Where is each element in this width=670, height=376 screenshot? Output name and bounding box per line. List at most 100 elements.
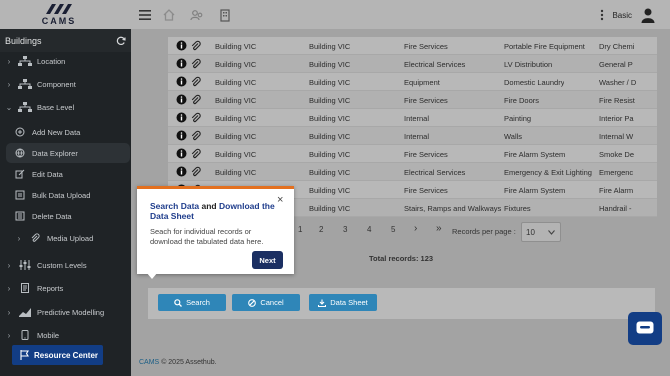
- last-page-icon[interactable]: »: [436, 223, 442, 234]
- hierarchy-icon: [18, 102, 32, 112]
- more-vertical-icon[interactable]: [600, 9, 604, 21]
- table-cell: Building VIC: [309, 186, 351, 195]
- chevron-right-icon: ›: [7, 330, 11, 340]
- table-row[interactable]: Building VIC Building VIC Electrical Servi…: [168, 163, 657, 181]
- records-per-page-select[interactable]: 10: [521, 222, 561, 242]
- table-cell: Building VIC: [215, 60, 257, 69]
- delete-icon: [15, 211, 25, 221]
- next-page-icon[interactable]: ›: [414, 223, 417, 234]
- tooltip-next-button[interactable]: Next: [252, 251, 283, 269]
- home-icon[interactable]: [162, 8, 176, 22]
- attachment-icon[interactable]: [190, 58, 201, 69]
- sidebar-item-edit-data[interactable]: Edit Data: [0, 164, 131, 184]
- table-row[interactable]: Building VIC Building VIC Fire Services Fir…: [168, 145, 657, 163]
- table-row[interactable]: Building VIC Building VIC Equipment Domesti…: [168, 73, 657, 91]
- tooltip-title: Search Data and Download the Data Sheet: [150, 201, 275, 221]
- page-link-2[interactable]: 2: [319, 225, 323, 234]
- building-icon[interactable]: [218, 8, 232, 22]
- tooltip-pointer: [146, 272, 158, 279]
- table-row[interactable]: Building VIC Building VIC Electrical Servi…: [168, 55, 657, 73]
- resource-center-label: Resource Center: [34, 350, 99, 360]
- sidebar-item-reports[interactable]: › Reports: [0, 278, 131, 298]
- info-icon[interactable]: [176, 148, 187, 159]
- sidebar-item-custom-levels[interactable]: › Custom Levels: [0, 255, 131, 275]
- sidebar-item-delete-data[interactable]: Delete Data: [0, 206, 131, 226]
- search-button[interactable]: Search: [158, 294, 226, 311]
- app-logo[interactable]: CAMS: [34, 2, 84, 28]
- attachment-icon[interactable]: [190, 112, 201, 123]
- attachment-icon[interactable]: [190, 130, 201, 141]
- table-cell: Handrail -: [599, 204, 632, 213]
- table-cell: Stairs, Ramps and Walkways: [404, 204, 502, 213]
- top-bar: CAMS Basic: [0, 0, 670, 29]
- attachment-icon[interactable]: [190, 40, 201, 51]
- info-icon[interactable]: [176, 76, 187, 87]
- table-cell: Building VIC: [309, 60, 351, 69]
- mobile-icon: [21, 330, 29, 340]
- hamburger-menu-icon[interactable]: [138, 8, 152, 22]
- footer-copyright: © 2025 Assethub.: [161, 359, 217, 366]
- sidebar-item-base-level[interactable]: ⌄ Base Level: [0, 97, 131, 117]
- refresh-icon[interactable]: [116, 36, 126, 46]
- sidebar-item-media-upload[interactable]: › Media Upload: [0, 228, 131, 248]
- attachment-icon[interactable]: [190, 166, 201, 177]
- chevron-right-icon: ›: [7, 260, 11, 270]
- info-icon[interactable]: [176, 130, 187, 141]
- page-link-5[interactable]: 5: [391, 225, 395, 234]
- user-menu[interactable]: Basic: [600, 7, 656, 23]
- attachment-icon[interactable]: [190, 94, 201, 105]
- table-cell: Building VIC: [309, 96, 351, 105]
- sidebar-item-location[interactable]: › Location: [0, 51, 131, 71]
- sidebar-item-add-new-data[interactable]: Add New Data: [0, 122, 131, 142]
- table-cell: Building VIC: [215, 168, 257, 177]
- table-cell: Fire Services: [404, 150, 448, 159]
- table-row[interactable]: Building VIC Building VIC Fire Services Fir…: [168, 91, 657, 109]
- sidebar-item-bulk-data-upload[interactable]: Bulk Data Upload: [0, 185, 131, 205]
- info-icon[interactable]: [176, 58, 187, 69]
- info-icon[interactable]: [176, 94, 187, 105]
- table-row[interactable]: Building VIC Building VIC Internal Walls Int…: [168, 127, 657, 145]
- table-row[interactable]: Building VIC Building VIC Fire Services Por…: [168, 37, 657, 55]
- table-row[interactable]: Building VIC Building VIC Internal Painting…: [168, 109, 657, 127]
- sidebar-item-label: Edit Data: [32, 169, 63, 179]
- resource-center-button[interactable]: Resource Center: [12, 345, 103, 365]
- table-cell: Painting: [504, 114, 532, 123]
- page-link-1[interactable]: 1: [298, 225, 302, 234]
- table-cell: Fire Resist: [599, 96, 635, 105]
- chat-widget-button[interactable]: [628, 312, 662, 345]
- table-cell: Fire Services: [404, 96, 448, 105]
- tooltip-title-highlight: Search Data: [150, 201, 200, 211]
- footer-brand-link[interactable]: CAMS: [139, 359, 159, 366]
- users-icon[interactable]: [190, 8, 204, 22]
- page-link-3[interactable]: 3: [343, 225, 347, 234]
- sidebar-header: Buildings: [0, 29, 131, 52]
- user-avatar-icon[interactable]: [640, 7, 656, 23]
- table-cell: Building VIC: [309, 132, 351, 141]
- sidebar-item-label: Delete Data: [32, 211, 72, 221]
- footer: CAMS © 2025 Assethub.: [139, 359, 217, 366]
- attachment-icon[interactable]: [190, 148, 201, 159]
- close-icon[interactable]: ×: [277, 194, 283, 206]
- info-icon[interactable]: [176, 166, 187, 177]
- info-icon[interactable]: [176, 40, 187, 51]
- table-cell: Building VIC: [215, 132, 257, 141]
- table-cell: Building VIC: [215, 114, 257, 123]
- sidebar-item-data-explorer[interactable]: Data Explorer: [6, 143, 130, 163]
- add-data-icon: [15, 127, 25, 137]
- cancel-button[interactable]: Cancel: [232, 294, 300, 311]
- attachment-icon[interactable]: [190, 76, 201, 87]
- sidebar-item-label: Base Level: [37, 102, 75, 112]
- sidebar-title: Buildings: [5, 35, 42, 46]
- chevron-down-icon: ⌄: [5, 102, 13, 112]
- sidebar-item-component[interactable]: › Component: [0, 74, 131, 94]
- table-cell: Dry Chemi: [599, 42, 635, 51]
- sliders-icon: [19, 260, 31, 270]
- table-cell: Equipment: [404, 78, 440, 87]
- data-sheet-button[interactable]: Data Sheet: [309, 294, 377, 311]
- info-icon[interactable]: [176, 112, 187, 123]
- sidebar-item-mobile[interactable]: › Mobile: [0, 325, 131, 345]
- table-cell: Interior Pa: [599, 114, 634, 123]
- page-link-4[interactable]: 4: [367, 225, 371, 234]
- sidebar-item-predictive-modelling[interactable]: › Predictive Modelling: [0, 302, 131, 322]
- table-cell: Building VIC: [309, 204, 351, 213]
